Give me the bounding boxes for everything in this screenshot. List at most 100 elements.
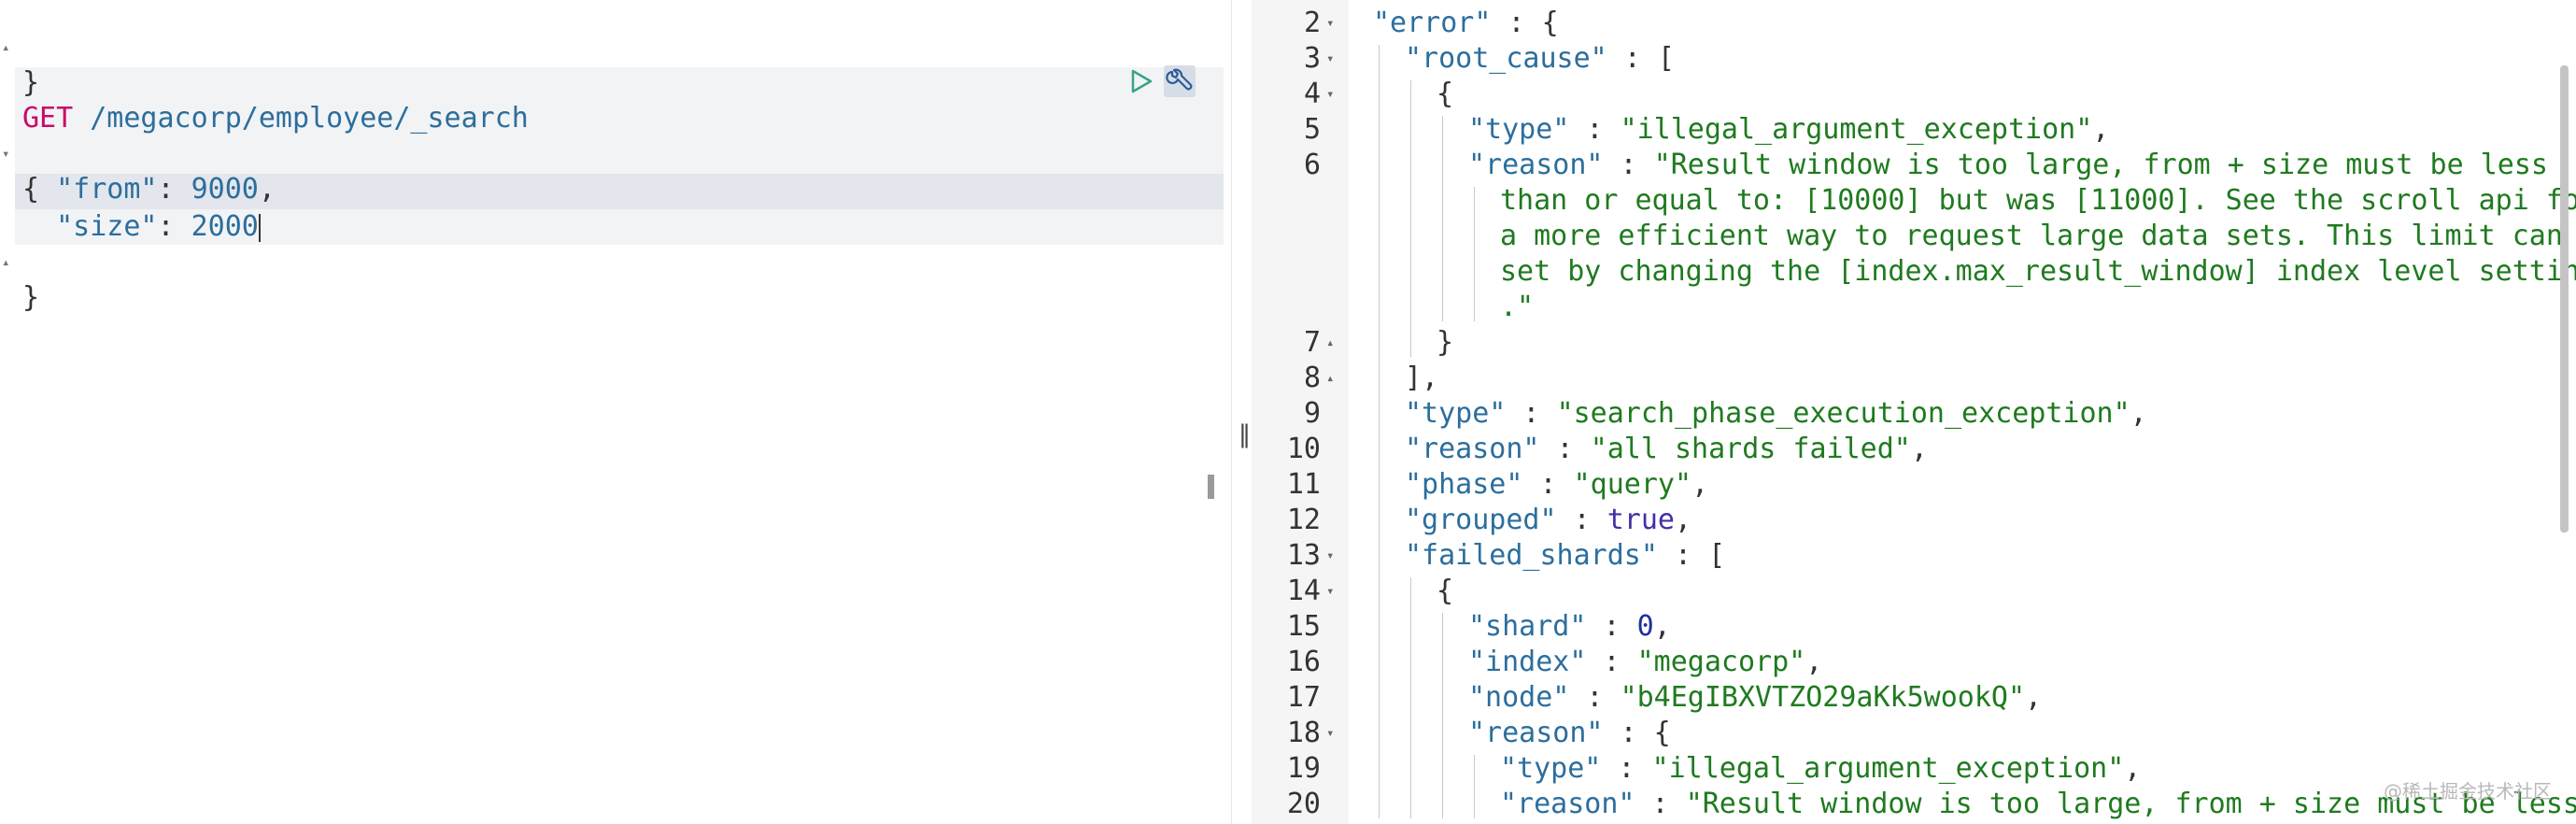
- play-icon[interactable]: [1128, 67, 1154, 95]
- fold-down-icon[interactable]: ▾: [1326, 538, 1343, 574]
- wrench-icon[interactable]: [1164, 65, 1196, 97]
- json-string: "illegal_argument_exception": [1651, 752, 2125, 785]
- size-key: "size": [56, 210, 158, 243]
- json-punctuation: : {: [1491, 7, 1559, 39]
- response-line: 8 ▴],: [1252, 361, 2576, 396]
- json-key: "type": [1500, 752, 1602, 785]
- fold-up-icon[interactable]: ▴: [1326, 361, 1343, 396]
- response-line: 19 "type" : "illegal_argument_exception",: [1252, 751, 2576, 787]
- json-punctuation: : [: [1657, 539, 1726, 572]
- json-punctuation: :: [1556, 504, 1607, 536]
- request-line[interactable]: GET /megacorp/employee/_search: [0, 65, 529, 135]
- line-number: 19: [1286, 752, 1321, 785]
- response-line: 14 ▾ {: [1252, 574, 2576, 609]
- response-line: 5 "type" : "illegal_argument_exception",: [1252, 112, 2576, 148]
- editor-line[interactable]: ▴ }: [0, 0, 67, 99]
- json-punctuation: {: [1437, 78, 1454, 110]
- editor-line[interactable]: "size": 2000: [0, 174, 261, 243]
- json-punctuation: :: [1522, 468, 1574, 501]
- fold-up-icon[interactable]: ▴: [2, 30, 15, 65]
- size-value[interactable]: 2000: [191, 210, 259, 243]
- pane-resizer[interactable]: ‖: [1231, 0, 1253, 824]
- json-string: .": [1500, 291, 1535, 323]
- request-editor[interactable]: ▴ } GET /megacorp/employee/_search ▾ { "…: [0, 0, 1231, 824]
- line-code: .": [1500, 290, 1534, 325]
- editor-line[interactable]: ▴ }: [0, 209, 67, 314]
- json-string: a more efficient way to request large da…: [1500, 220, 2576, 252]
- fold-down-icon[interactable]: ▾: [1326, 6, 1343, 41]
- watermark: @稀土掘金技术社区: [2384, 780, 2552, 803]
- response-line: 3 ▾ "root_cause" : [: [1252, 41, 2576, 77]
- json-string: "search_phase_execution_exception": [1556, 397, 2130, 430]
- json-punctuation: :: [1569, 113, 1621, 146]
- json-punctuation: :: [1586, 610, 1637, 643]
- json-key: "node": [1468, 681, 1570, 714]
- line-code: "reason" : "all shards failed",: [1405, 432, 1928, 467]
- line-number: 15: [1286, 610, 1321, 643]
- line-number: 17: [1286, 681, 1321, 714]
- line-code: than or equal to: [10000] but was [11000…: [1500, 183, 2576, 219]
- fold-up-icon[interactable]: ▴: [2, 245, 15, 280]
- json-key: "reason": [1500, 788, 1635, 820]
- json-string: set by changing the [index.max_result_wi…: [1500, 255, 2576, 288]
- json-punctuation: ,: [2025, 681, 2043, 714]
- json-string: "b4EgIBXVTZO29aKk5wookQ": [1620, 681, 2026, 714]
- json-key: "error": [1373, 7, 1492, 39]
- line-number: 7: [1303, 326, 1321, 359]
- from-key: "from": [56, 173, 158, 206]
- line-number: 20: [1286, 788, 1321, 820]
- fold-down-icon[interactable]: ▾: [1326, 574, 1343, 609]
- json-punctuation: :: [1506, 397, 1557, 430]
- request-path: /megacorp/employee/_search: [90, 102, 529, 135]
- resize-handle-icon[interactable]: ‖: [1238, 420, 1251, 448]
- json-punctuation: :: [1539, 433, 1591, 465]
- line-code: "type" : "illegal_argument_exception",: [1468, 112, 2109, 148]
- line-code: "error" : {: [1373, 6, 1559, 41]
- json-punctuation: ],: [1405, 362, 1439, 394]
- response-line: 15 "shard" : 0,: [1252, 609, 2576, 645]
- response-line: 20 "reason" : "Result window is too large…: [1252, 787, 2576, 822]
- json-punctuation: :: [1586, 646, 1637, 678]
- scrollbar-thumb[interactable]: [1208, 475, 1214, 499]
- json-key: "root_cause": [1405, 42, 1607, 75]
- line-code: ],: [1405, 361, 1438, 396]
- line-code: "type" : "illegal_argument_exception",: [1500, 751, 2141, 787]
- fold-down-icon[interactable]: ▾: [1326, 41, 1343, 77]
- response-line: 13 ▾ "failed_shards" : [: [1252, 538, 2576, 574]
- json-key: "type": [1405, 397, 1507, 430]
- fold-down-icon[interactable]: ▾: [1326, 77, 1343, 112]
- line-number: 4: [1303, 78, 1321, 110]
- editor-line[interactable]: ▾ {: [0, 101, 67, 206]
- response-line: a more efficient way to request large da…: [1252, 219, 2576, 254]
- json-key: "shard": [1468, 610, 1587, 643]
- line-number: 9: [1303, 397, 1321, 430]
- line-number: 13: [1286, 539, 1321, 572]
- json-punctuation: ,: [2092, 113, 2110, 146]
- json-punctuation: }: [1437, 326, 1454, 359]
- line-number: 3: [1303, 42, 1321, 75]
- line-code: "index" : "megacorp",: [1468, 645, 1822, 680]
- fold-up-icon[interactable]: ▴: [1326, 325, 1343, 361]
- text-cursor: [258, 213, 261, 242]
- from-value[interactable]: 9000: [191, 173, 259, 206]
- line-code: "shard" : 0,: [1468, 609, 1671, 645]
- line-number: 10: [1286, 433, 1321, 465]
- json-punctuation: :: [1603, 149, 1654, 181]
- fold-down-icon[interactable]: ▾: [1326, 716, 1343, 751]
- json-number: 0: [1636, 610, 1654, 643]
- response-line: 12 "grouped" : true,: [1252, 503, 2576, 538]
- response-line: set by changing the [index.max_result_wi…: [1252, 254, 2576, 290]
- editor-line[interactable]: "from": 9000,: [0, 136, 276, 206]
- response-line: 6 "reason" : "Result window is too large,…: [1252, 148, 2576, 183]
- line-code: "node" : "b4EgIBXVTZO29aKk5wookQ",: [1468, 680, 2042, 716]
- json-key: "reason": [1468, 149, 1604, 181]
- line-number: 18: [1286, 717, 1321, 749]
- response-line: 9 "type" : "search_phase_execution_except…: [1252, 396, 2576, 432]
- line-code: a more efficient way to request large da…: [1500, 219, 2576, 254]
- json-string: "all shards failed": [1590, 433, 1911, 465]
- json-punctuation: ,: [1675, 504, 1692, 536]
- scrollbar-thumb[interactable]: [2560, 65, 2569, 533]
- response-line: 2 ▾ "error" : {: [1252, 6, 2576, 41]
- json-key: "index": [1468, 646, 1587, 678]
- response-viewer[interactable]: 2 ▾ "error" : {3 ▾ "root_cause" : [4 ▾{5 "type…: [1252, 0, 2576, 824]
